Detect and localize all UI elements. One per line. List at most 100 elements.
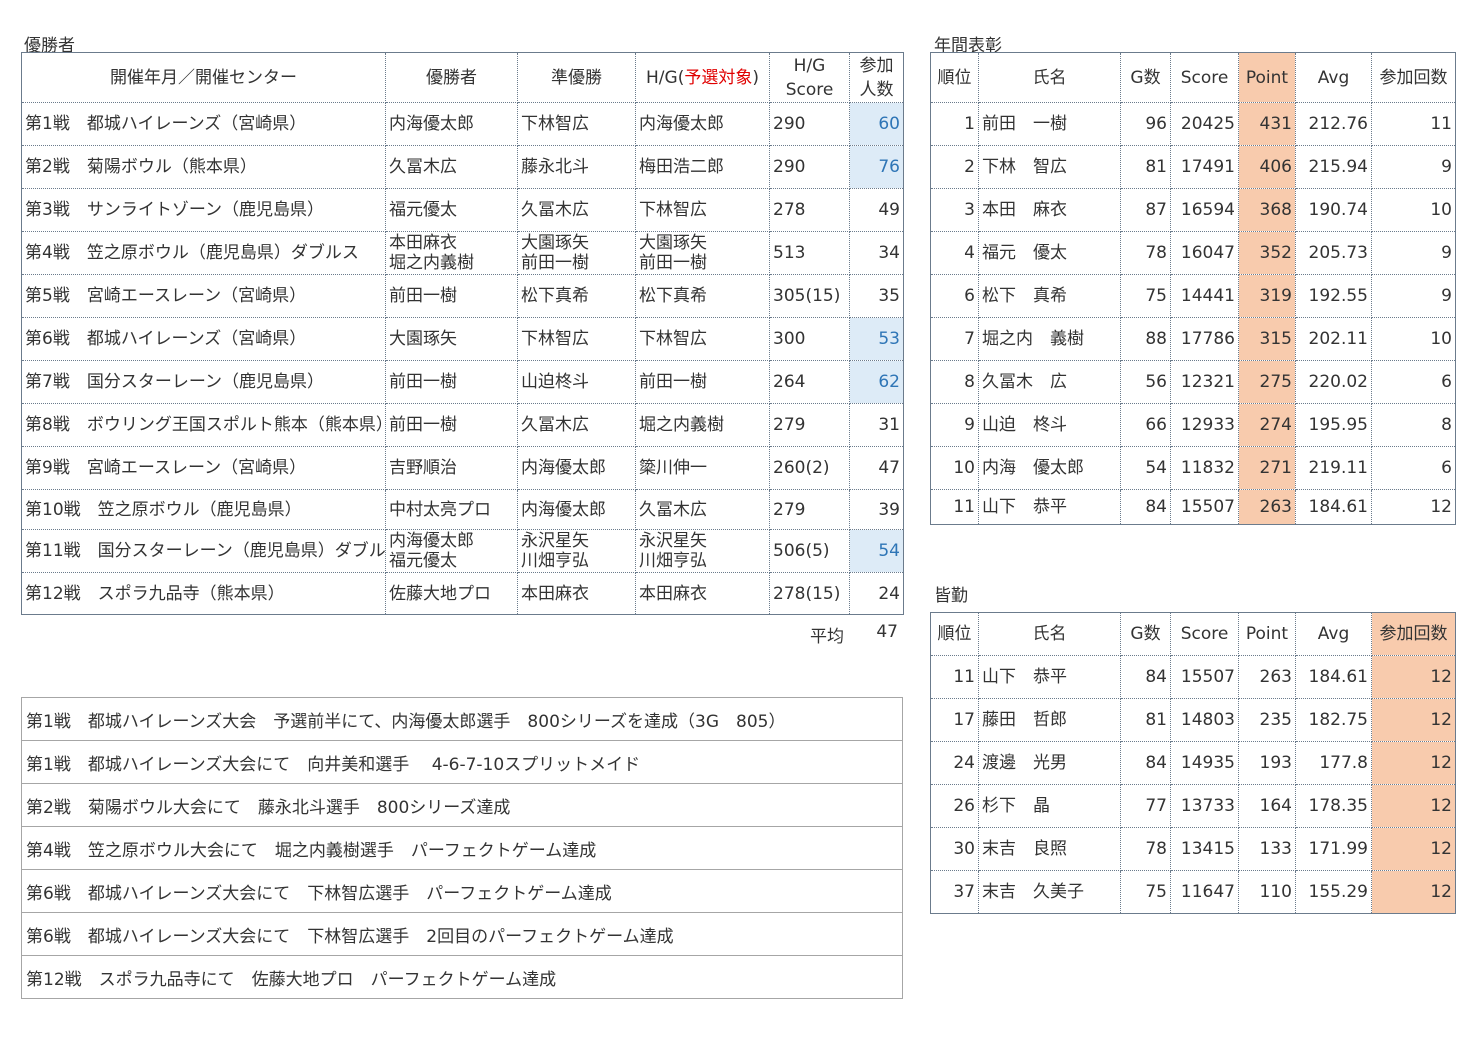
name-line: 本田麻衣 (389, 233, 457, 253)
col-header-participants: 参加 人数 (849, 52, 904, 103)
rank-cell: 6 (930, 274, 979, 318)
winner-row: 第11戦 国分スターレーン（鹿児島県）ダブルス 内海優太郎 福元優太 永沢星矢 川畑亨弘… (21, 529, 904, 573)
winner-row: 第12戦 スポラ九品寺（熊本県） 佐藤大地プロ 本田麻衣 本田麻衣 278(15) 24 (21, 572, 904, 615)
winner-cell: 吉野順治 (385, 446, 518, 490)
name-cell: 久冨木 広 (978, 360, 1121, 404)
name-line: 久冨木広 (389, 157, 457, 177)
hg-qualifier-red: 予選対象 (684, 67, 753, 88)
winner-cell: 中村太亮プロ (385, 489, 518, 530)
point-cell: 193 (1238, 741, 1296, 785)
name-cell: 山迫 柊斗 (978, 403, 1121, 447)
score-cell: 290 (769, 145, 850, 189)
average-value: 47 (876, 622, 898, 642)
achievement-notes: 第1戦 都城ハイレーンズ大会 予選前半にて、内海優太郎選手 800シリーズを達成… (21, 697, 903, 999)
name-line: 中村太亮プロ (389, 499, 491, 520)
col-header-name: 氏名 (978, 52, 1121, 103)
score-header-line2: Score (785, 79, 834, 100)
event-cell: 第6戦 都城ハイレーンズ（宮崎県） (21, 317, 386, 361)
point-cell: 263 (1238, 655, 1296, 699)
score-cell: 278(15) (769, 572, 850, 615)
name-cell: 末吉 良照 (978, 827, 1121, 871)
games-cell: 81 (1120, 145, 1171, 189)
winner-cell: 内海優太郎 福元優太 (385, 529, 518, 573)
score-cell: 264 (769, 360, 850, 404)
name-line: 永沢星矢 (639, 531, 707, 551)
attendance-count-cell: 12 (1371, 489, 1456, 525)
games-cell: 87 (1120, 188, 1171, 232)
attendance-count-cell: 12 (1371, 698, 1456, 742)
col-header-avg: Avg (1295, 52, 1372, 103)
score-cell: 15507 (1170, 655, 1239, 699)
participants-cell: 47 (849, 446, 904, 490)
name-line: 梅田浩二郎 (639, 157, 724, 177)
participants-cell: 76 (849, 145, 904, 189)
avg-cell: 178.35 (1295, 784, 1372, 828)
attendance-count-cell: 12 (1371, 827, 1456, 871)
ranking-row: 3 本田 麻衣 87 16594 368 190.74 10 (930, 188, 1456, 232)
attendance-table: 順位 氏名 G数 Score Point Avg 参加回数 11 山下 恭平 84 15507 26… (930, 612, 1456, 914)
name-line: 吉野順治 (389, 458, 457, 478)
runner-up-cell: 藤永北斗 (517, 145, 636, 189)
winner-cell: 佐藤大地プロ (385, 572, 518, 615)
col-header-score: Score (1170, 52, 1239, 103)
avg-cell: 205.73 (1295, 231, 1372, 275)
score-cell: 290 (769, 102, 850, 146)
col-header-avg: Avg (1295, 612, 1372, 656)
col-header-point: Point (1238, 612, 1296, 656)
avg-cell: 182.75 (1295, 698, 1372, 742)
attendance-count-cell: 9 (1371, 274, 1456, 318)
games-cell: 78 (1120, 827, 1171, 871)
runner-up-cell: 内海優太郎 (517, 446, 636, 490)
runner-up-cell: 本田麻衣 (517, 572, 636, 615)
point-cell: 164 (1238, 784, 1296, 828)
note-text: 第2戦 菊陽ボウル大会にて 藤永北斗選手 800シリーズ達成 (21, 783, 903, 827)
winner-cell: 内海優太郎 (385, 102, 518, 146)
name-line: 前田一樹 (389, 415, 457, 435)
name-cell: 堀之内 義樹 (978, 317, 1121, 361)
score-cell: 14441 (1170, 274, 1239, 318)
name-line: 下林智広 (639, 200, 707, 220)
avg-cell: 212.76 (1295, 102, 1372, 146)
winner-row: 第8戦 ボウリング王国スポルト熊本（熊本県） 前田一樹 久冨木広 堀之内義樹 279 31 (21, 403, 904, 447)
rank-cell: 8 (930, 360, 979, 404)
point-cell: 263 (1238, 489, 1296, 525)
winner-cell: 前田一樹 (385, 360, 518, 404)
hg-cell: 久冨木広 (635, 489, 770, 530)
runner-up-cell: 内海優太郎 (517, 489, 636, 530)
name-cell: 下林 智広 (978, 145, 1121, 189)
attendance-count-cell: 10 (1371, 317, 1456, 361)
event-cell: 第9戦 宮崎エースレーン（宮崎県） (21, 446, 386, 490)
winner-cell: 本田麻衣 堀之内義樹 (385, 231, 518, 275)
name-line: 内海優太郎 (521, 458, 606, 478)
point-cell: 319 (1238, 274, 1296, 318)
name-line: 下林智広 (521, 114, 589, 134)
ranking-row: 2 下林 智広 81 17491 406 215.94 9 (930, 145, 1456, 189)
participants-cell: 53 (849, 317, 904, 361)
score-cell: 15507 (1170, 489, 1239, 525)
avg-cell: 184.61 (1295, 489, 1372, 525)
name-line: 内海優太郎 (639, 114, 724, 134)
attendance-count-cell: 6 (1371, 446, 1456, 490)
note-row: 第12戦 スポラ九品寺にて 佐藤大地プロ パーフェクトゲーム達成 (21, 955, 903, 999)
runner-up-cell: 大園琢矢 前田一樹 (517, 231, 636, 275)
participants-cell: 31 (849, 403, 904, 447)
attendance-count-cell: 12 (1371, 870, 1456, 914)
avg-cell: 192.55 (1295, 274, 1372, 318)
winner-cell: 前田一樹 (385, 403, 518, 447)
hg-suffix: ) (752, 67, 759, 88)
name-line: 内海優太郎 (389, 114, 474, 134)
winner-row: 第4戦 笠之原ボウル（鹿児島県）ダブルス 本田麻衣 堀之内義樹 大園琢矢 前田一樹 大園琢… (21, 231, 904, 275)
winner-cell: 前田一樹 (385, 274, 518, 318)
hg-cell: 簗川伸一 (635, 446, 770, 490)
avg-cell: 171.99 (1295, 827, 1372, 871)
score-cell: 279 (769, 403, 850, 447)
winner-row: 第10戦 笠之原ボウル（鹿児島県） 中村太亮プロ 内海優太郎 久冨木広 279 39 (21, 489, 904, 530)
score-cell: 20425 (1170, 102, 1239, 146)
score-cell: 11832 (1170, 446, 1239, 490)
avg-cell: 219.11 (1295, 446, 1372, 490)
participants-cell: 62 (849, 360, 904, 404)
name-line: 永沢星矢 (521, 531, 589, 551)
hg-cell: 堀之内義樹 (635, 403, 770, 447)
attendance-count-cell: 9 (1371, 145, 1456, 189)
participants-cell: 39 (849, 489, 904, 530)
